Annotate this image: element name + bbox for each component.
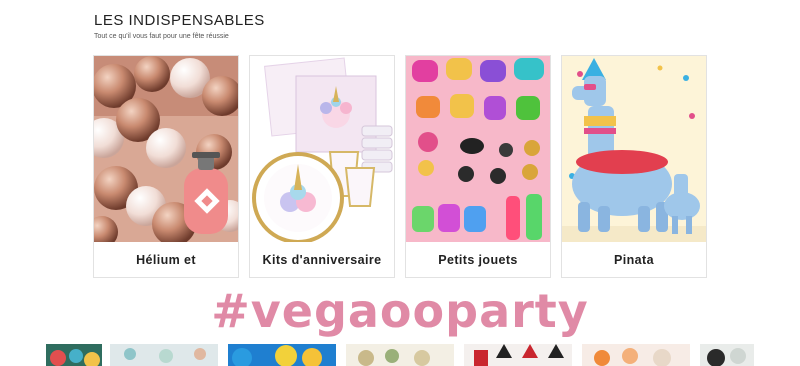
gallery-thumb[interactable] <box>700 344 754 366</box>
category-image-pinata[interactable] <box>562 56 706 242</box>
gallery-thumb[interactable] <box>582 344 690 366</box>
gallery-thumb[interactable] <box>110 344 218 366</box>
category-image-birthday-kits[interactable] <box>250 56 394 242</box>
section-subtitle: Tout ce qu'il vous faut pour une fête ré… <box>94 33 229 40</box>
category-label-birthday-kits[interactable]: Kits d'anniversaire <box>250 242 394 278</box>
category-cards: Hélium et Kits d'anniversaire Petits jou… <box>93 55 708 278</box>
social-gallery <box>0 344 800 366</box>
hashtag-heading: #vegaooparty <box>211 284 589 338</box>
section-title: LES INDISPENSABLES <box>94 12 265 29</box>
category-card-pinata[interactable]: Pinata <box>561 55 707 278</box>
category-card-helium[interactable]: Hélium et <box>93 55 239 278</box>
category-label-helium[interactable]: Hélium et <box>94 242 238 278</box>
category-label-small-toys[interactable]: Petits jouets <box>406 242 550 278</box>
category-card-birthday-kits[interactable]: Kits d'anniversaire <box>249 55 395 278</box>
category-card-small-toys[interactable]: Petits jouets <box>405 55 551 278</box>
gallery-thumb[interactable] <box>464 344 572 366</box>
gallery-thumb[interactable] <box>228 344 336 366</box>
category-image-small-toys[interactable] <box>406 56 550 242</box>
category-image-helium[interactable] <box>94 56 238 242</box>
category-label-pinata[interactable]: Pinata <box>562 242 706 278</box>
section-header: LES INDISPENSABLES Tout ce qu'il vous fa… <box>94 12 265 40</box>
gallery-thumb[interactable] <box>46 344 102 366</box>
gallery-thumb[interactable] <box>346 344 454 366</box>
